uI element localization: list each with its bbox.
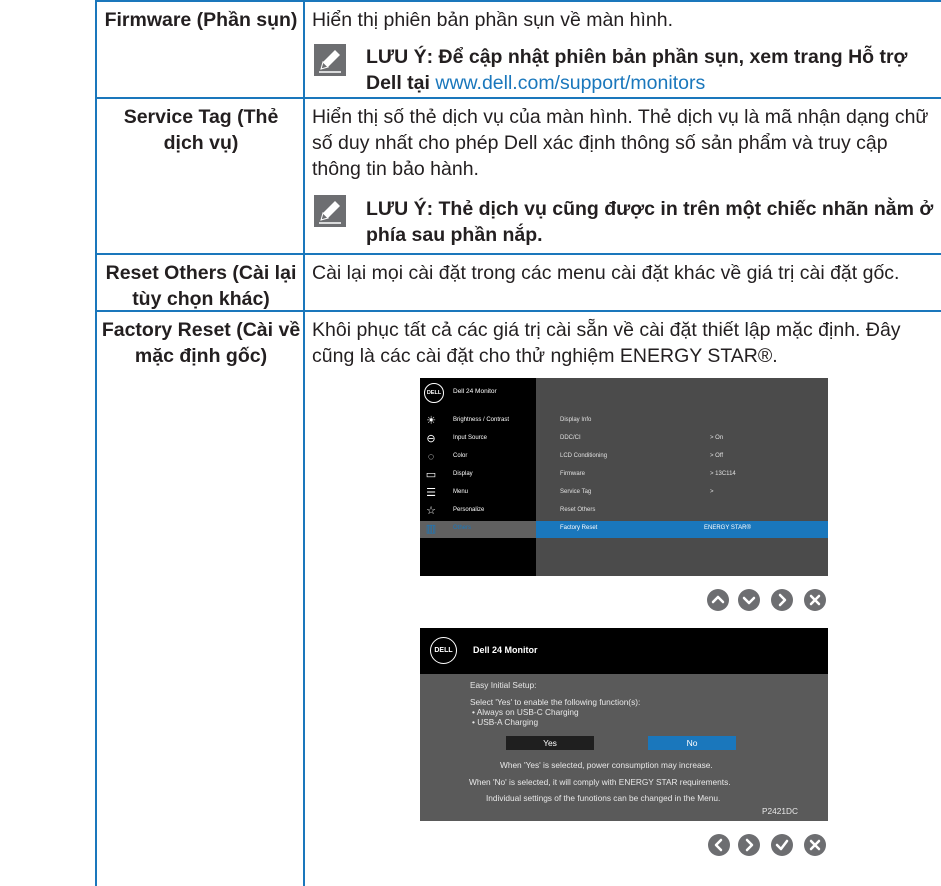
row-description-firmware: Hiển thị phiên bản phần sụn về màn hình.	[312, 9, 674, 31]
down-icon	[738, 589, 760, 611]
close-icon	[804, 589, 826, 611]
right-icon	[738, 834, 760, 856]
osd-dialog-title: Dell 24 Monitor	[473, 645, 538, 655]
row-description-factory-reset: Khôi phục tất cả các giá trị cài sẵn về …	[312, 319, 901, 367]
note-firmware: LƯU Ý: Để cập nhật phiên bản phần sụn, x…	[366, 46, 908, 94]
row-divider	[97, 253, 941, 255]
dialog-prompt: Select 'Yes' to enable the following fun…	[470, 697, 641, 707]
row-description-reset-others: Cài lại mọi cài đặt trong các menu cài đ…	[312, 262, 900, 284]
palette-icon: ◌	[427, 451, 435, 463]
check-icon	[771, 834, 793, 856]
dialog-bullet: • USB-A Charging	[472, 717, 539, 727]
others-icon: ▥	[425, 523, 437, 535]
osd-menu-item-menu[interactable]: ☰ Menu	[420, 485, 536, 502]
model-number: P2421DC	[762, 806, 798, 816]
osd-setting-lcd-conditioning[interactable]: LCD Conditioning > Off	[536, 449, 828, 466]
osd-menu-item-personalize[interactable]: ☆ Personalize	[420, 503, 536, 520]
osd-menu-title: Dell 24 Monitor	[453, 388, 497, 395]
osd-menu-item-color[interactable]: ◌ Color	[420, 449, 536, 466]
support-link[interactable]: www.dell.com/support/monitors	[435, 72, 705, 94]
row-label-firmware: Firmware (Phần sụn)	[104, 9, 298, 31]
osd-setting-service-tag[interactable]: Service Tag >	[536, 485, 828, 502]
star-icon: ☆	[426, 505, 436, 517]
dialog-info-line: When 'Yes' is selected, power consumptio…	[500, 760, 713, 770]
close-icon	[804, 834, 826, 856]
row-label-factory-reset: Factory Reset (Cài về mặc định gốc)	[101, 319, 301, 367]
osd-menu-sidebar: DELL Dell 24 Monitor ☀ Brightness / Cont…	[420, 378, 536, 576]
input-icon: ⊖	[426, 433, 436, 445]
osd-menu-screenshot: DELL Dell 24 Monitor ☀ Brightness / Cont…	[420, 378, 828, 576]
row-divider	[97, 97, 941, 99]
osd-menu-item-input-source[interactable]: ⊖ Input Source	[420, 431, 536, 448]
row-divider	[97, 0, 941, 2]
osd-setting-factory-reset[interactable]: Factory Reset ENERGY STAR®	[536, 521, 828, 538]
dialog-heading: Easy Initial Setup:	[470, 680, 537, 690]
row-description-service-tag: Hiển thị số thẻ dịch vụ của màn hình. Th…	[312, 106, 929, 180]
table-border-left	[95, 0, 97, 886]
dell-logo: DELL	[424, 383, 444, 403]
up-icon	[707, 589, 729, 611]
table-border-middle	[303, 0, 305, 886]
dell-logo: DELL	[430, 637, 457, 664]
left-icon	[708, 834, 730, 856]
note-pencil-icon	[313, 194, 347, 228]
menu-icon: ☰	[426, 487, 436, 499]
sun-icon: ☀	[426, 415, 436, 427]
note-pencil-icon	[313, 43, 347, 77]
osd-dialog-screenshot: DELL Dell 24 Monitor Easy Initial Setup:…	[420, 628, 828, 821]
row-label-reset-others: Reset Others (Cài lại tùy chọn khác)	[105, 262, 297, 310]
osd-setting-ddc-ci[interactable]: DDC/CI > On	[536, 431, 828, 448]
osd-menu-item-brightness[interactable]: ☀ Brightness / Contrast	[420, 413, 536, 430]
display-icon: ▭	[425, 469, 437, 481]
dialog-info-line: Individual settings of the funotions can…	[486, 793, 721, 803]
osd-menu-item-others[interactable]: ▥ Others	[420, 521, 536, 538]
dialog-bullet: • Always on USB-C Charging	[472, 707, 579, 717]
osd-dialog-header: DELL Dell 24 Monitor	[420, 628, 828, 674]
osd-menu-item-display[interactable]: ▭ Display	[420, 467, 536, 484]
yes-button[interactable]: Yes	[506, 736, 594, 750]
osd-setting-firmware[interactable]: Firmware > 13C114	[536, 467, 828, 484]
osd-setting-display-info[interactable]: Display Info	[536, 413, 828, 430]
no-button[interactable]: No	[648, 736, 736, 750]
dialog-info-line: When 'No' is selected, it will comply wi…	[469, 777, 731, 787]
right-icon	[771, 589, 793, 611]
row-label-service-tag: Service Tag (Thẻ dịch vụ)	[123, 106, 279, 154]
osd-dialog-body: Easy Initial Setup: Select 'Yes' to enab…	[420, 674, 828, 821]
note-service-tag: LƯU Ý: Thẻ dịch vụ cũng được in trên một…	[366, 198, 934, 246]
osd-setting-reset-others[interactable]: Reset Others	[536, 503, 828, 520]
